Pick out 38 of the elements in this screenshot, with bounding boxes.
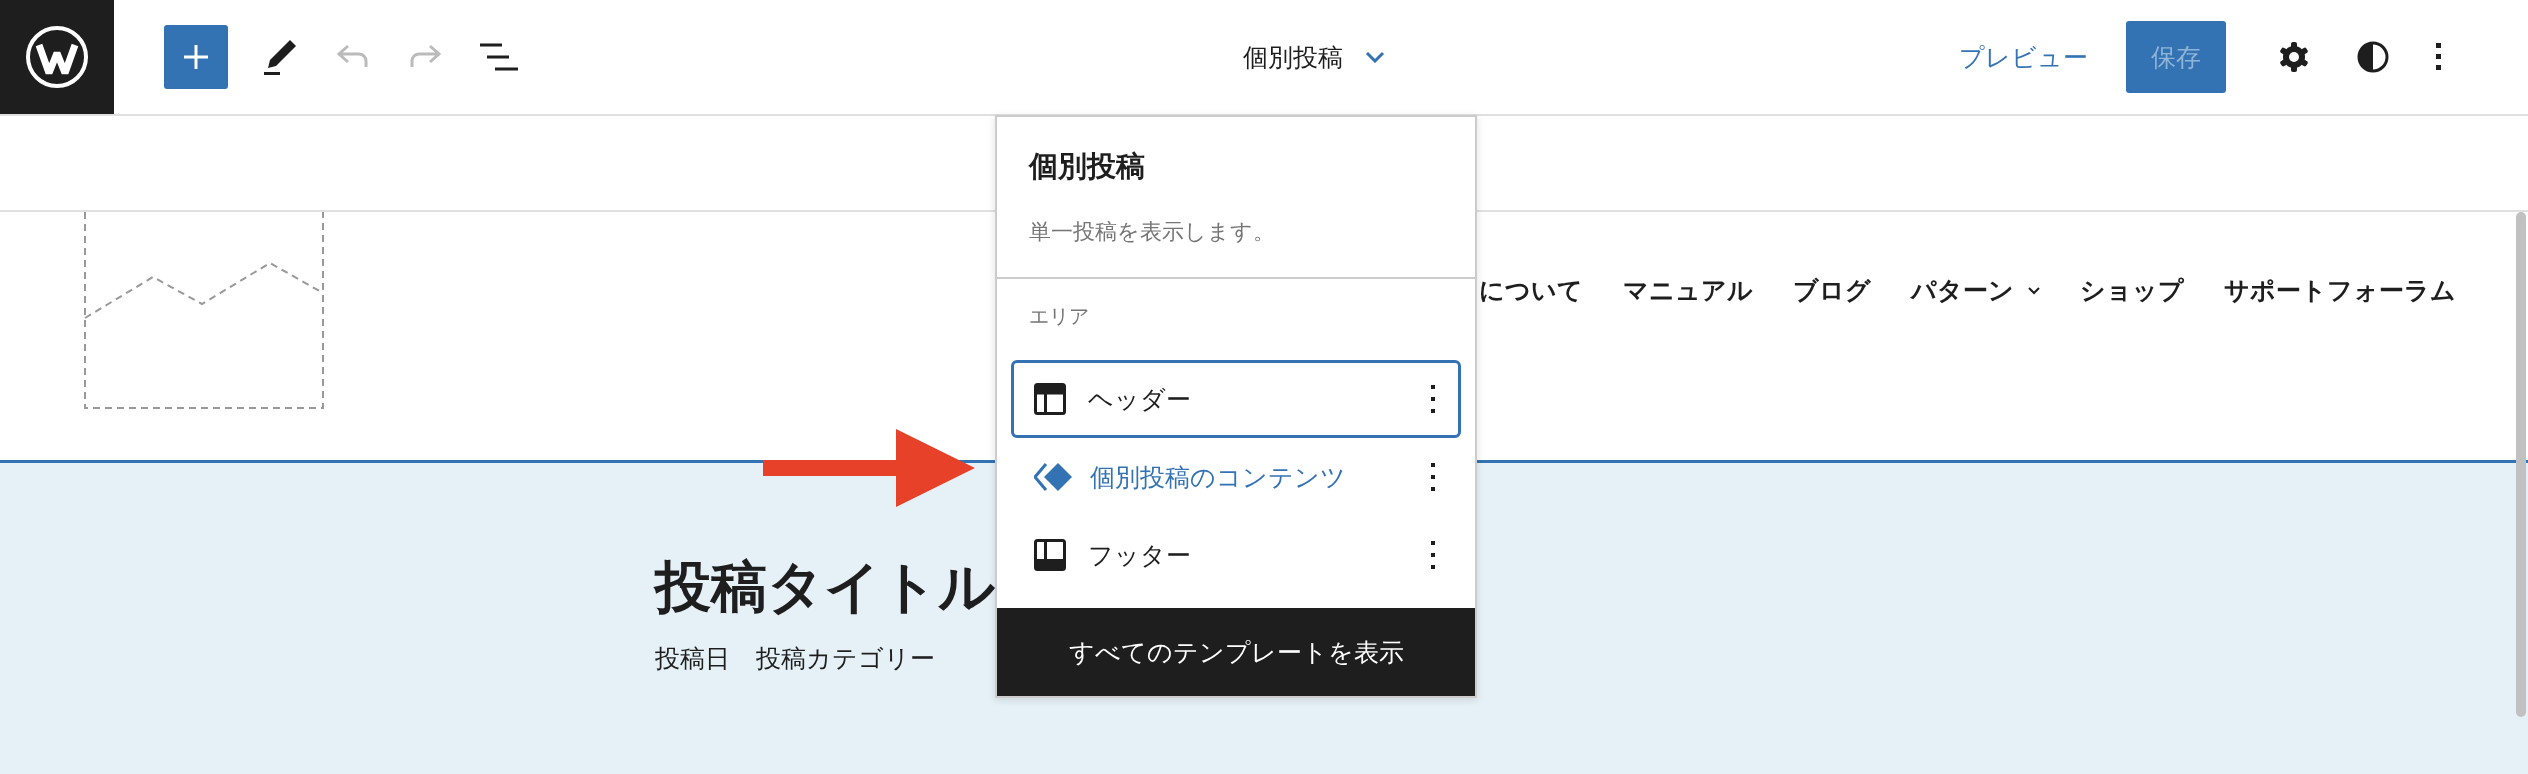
nav-menu-item[interactable]: パターン <box>1911 274 2040 307</box>
diamond-icon <box>1034 461 1074 493</box>
post-date: 投稿日 <box>655 643 730 676</box>
more-options-icon[interactable] <box>1431 385 1436 413</box>
more-options-icon[interactable] <box>1431 463 1436 491</box>
menu-title: 個別投稿 <box>1029 148 1146 185</box>
list-view-icon[interactable] <box>480 43 518 71</box>
area-label: ヘッダー <box>1088 383 1191 416</box>
nav-menu-item[interactable]: サポートフォーラム <box>2224 274 2456 307</box>
add-block-button[interactable] <box>164 25 228 89</box>
view-all-templates-button[interactable]: すべてのテンプレートを表示 <box>997 608 1475 696</box>
menu-description: 単一投稿を表示します。 <box>1029 218 1276 246</box>
post-title: 投稿タイトル <box>655 553 995 621</box>
post-category: 投稿カテゴリー <box>756 643 935 676</box>
area-label: 個別投稿のコンテンツ <box>1090 461 1346 494</box>
scrollbar[interactable] <box>2516 212 2526 717</box>
chevron-down-icon <box>1364 51 1385 63</box>
template-area-item[interactable]: 個別投稿のコンテンツ <box>1011 438 1461 516</box>
site-logo[interactable] <box>0 0 114 114</box>
more-options-icon[interactable] <box>2436 43 2442 71</box>
nav-menu-item[interactable]: マニュアル <box>1623 274 1753 307</box>
template-area-item[interactable]: フッター <box>1011 516 1461 594</box>
section-label: エリア <box>1028 303 1090 330</box>
template-title-dropdown[interactable]: 個別投稿 <box>1242 40 1385 74</box>
nav-menu-item[interactable]: について <box>1479 274 1583 307</box>
pencil-icon[interactable] <box>264 38 298 76</box>
nav-menu-item[interactable]: ショップ <box>2080 274 2184 307</box>
more-options-icon[interactable] <box>1431 541 1436 569</box>
header-layout-icon <box>1034 383 1066 415</box>
nav-menu-item[interactable]: ブログ <box>1793 274 1871 307</box>
settings-icon[interactable] <box>2278 41 2310 73</box>
logo-icon <box>25 25 89 89</box>
area-label: フッター <box>1088 539 1191 572</box>
plus-icon <box>181 42 211 72</box>
template-area-item[interactable]: ヘッダー <box>1011 360 1461 438</box>
contrast-icon[interactable] <box>2356 40 2390 74</box>
preview-button[interactable]: プレビュー <box>1959 40 2088 74</box>
footer-layout-icon <box>1034 539 1066 571</box>
